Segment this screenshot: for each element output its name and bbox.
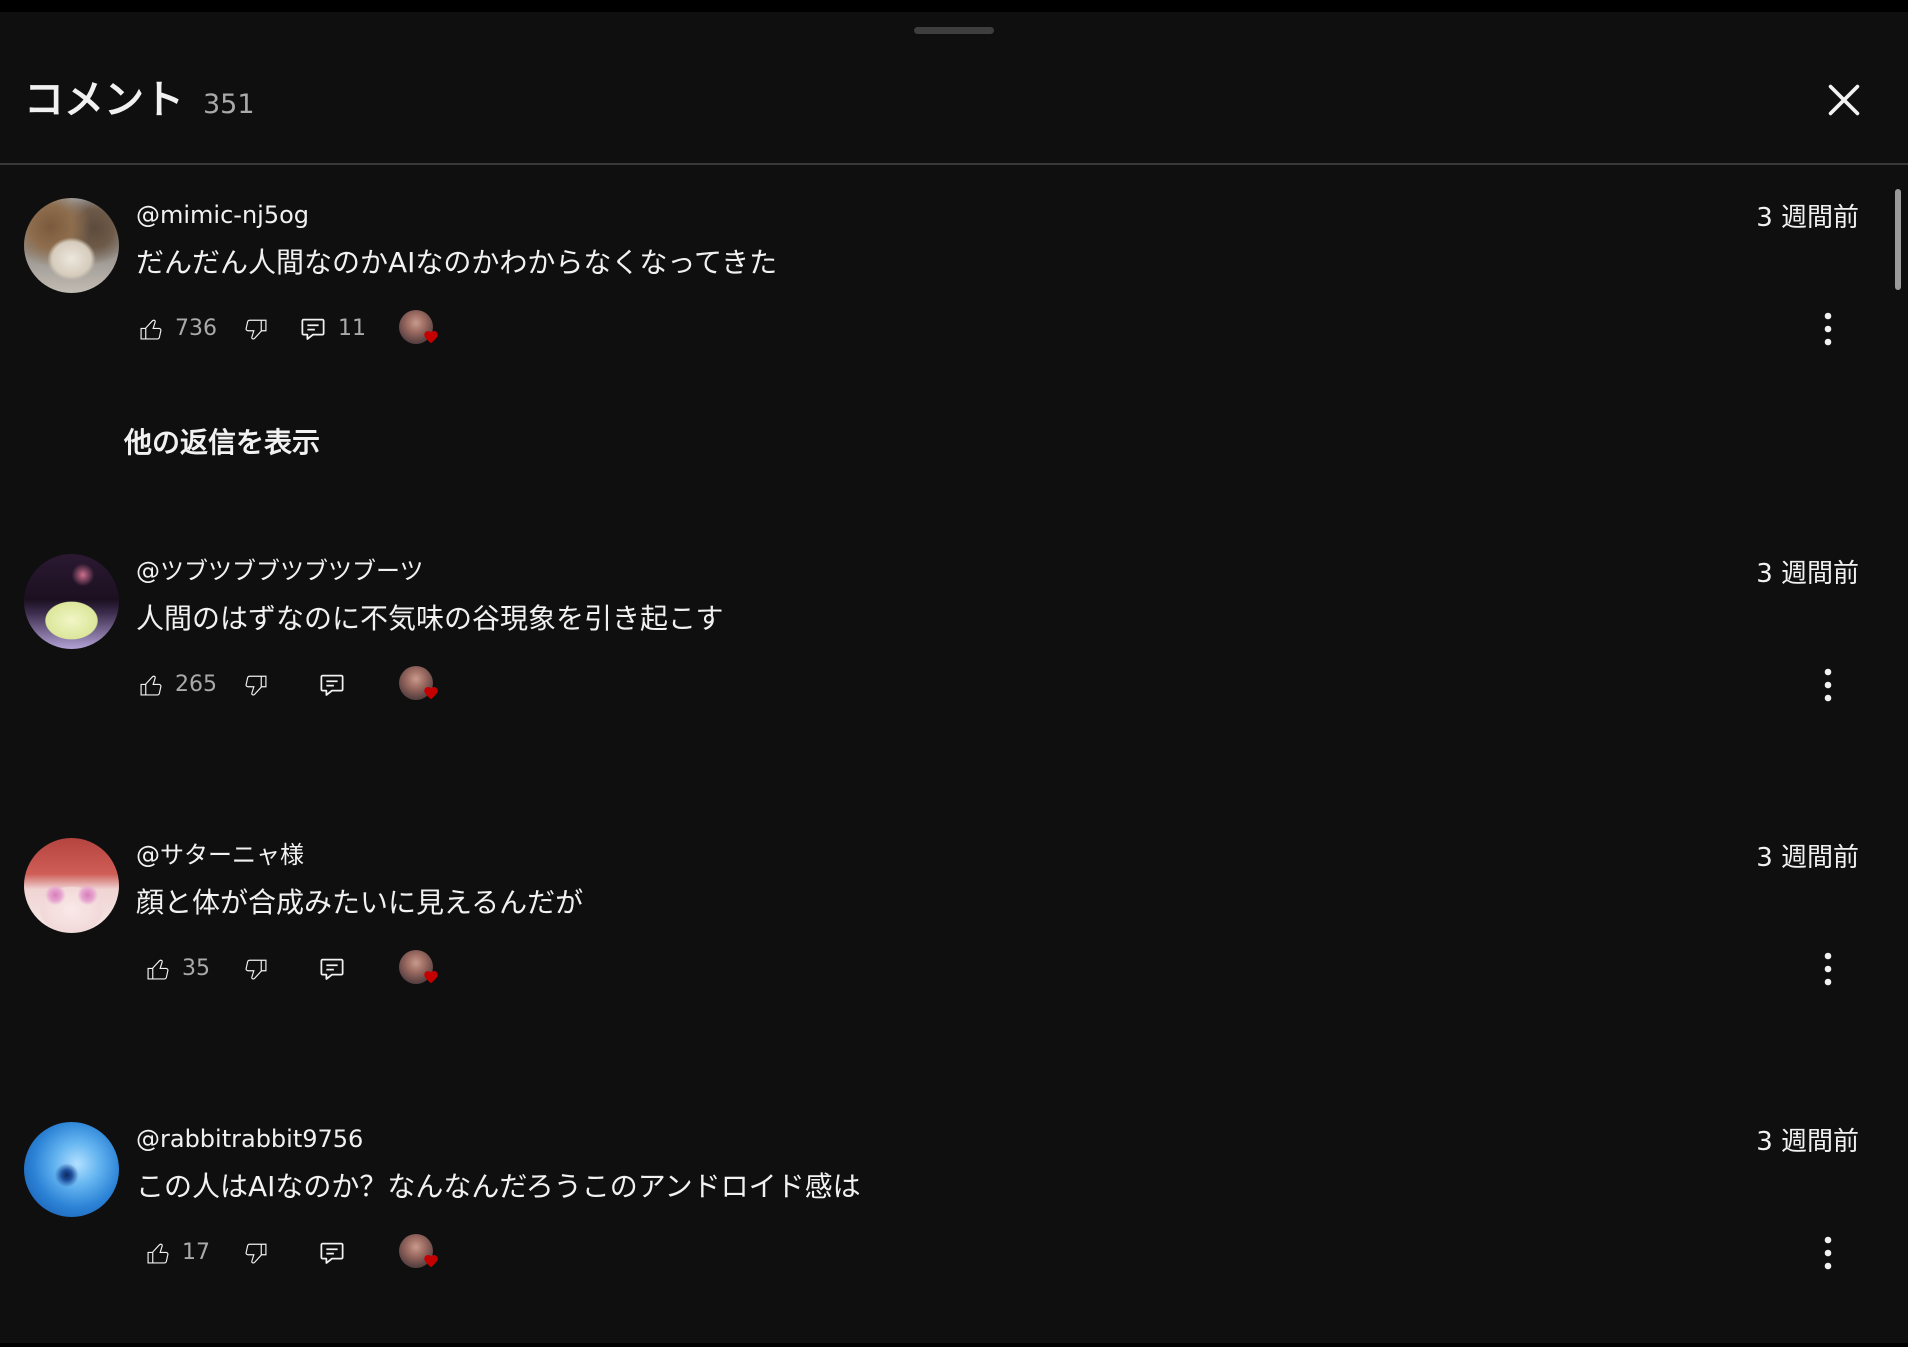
comment-author[interactable]: @mimic-nj5og <box>136 200 309 230</box>
thumb-up-icon <box>140 675 162 696</box>
comment-timestamp: 3 週間前 <box>1756 203 1859 233</box>
avatar[interactable] <box>24 838 119 933</box>
comment-text: この人はAIなのか？なんなんだろうこのアンドロイド感は <box>136 1170 861 1203</box>
comment-item: @mimic-nj5og 3 週間前 だんだん人間なのかAIなのかわからなくなっ… <box>0 198 1908 358</box>
comment-icon <box>301 318 325 340</box>
like-button[interactable]: 35 <box>127 947 227 991</box>
thumb-down-icon <box>245 1243 267 1264</box>
bottom-edge <box>0 1343 1908 1347</box>
reply-count: 11 <box>338 316 366 341</box>
more-vert-icon <box>1824 668 1832 702</box>
comment-icon <box>320 674 344 696</box>
like-button[interactable]: 17 <box>127 1231 227 1275</box>
comment-icon <box>320 1242 344 1264</box>
dislike-button[interactable] <box>228 307 284 351</box>
comment-text: 顔と体が合成みたいに見えるんだが <box>136 886 584 919</box>
creator-heart-badge <box>399 307 443 351</box>
reply-button[interactable] <box>292 1231 372 1275</box>
comment-author[interactable]: @rabbitrabbit9756 <box>136 1124 363 1154</box>
heart-icon <box>424 331 438 344</box>
comment-timestamp: 3 週間前 <box>1756 1127 1859 1157</box>
close-icon <box>1828 84 1860 116</box>
avatar[interactable] <box>24 1122 119 1217</box>
more-options-button[interactable] <box>1808 307 1848 351</box>
thumb-down-icon <box>245 319 267 340</box>
comment-actions: 17 <box>0 1231 1908 1275</box>
comment-item: @ツブツブブツブツブーツ 3 週間前 人間のはずなのに不気味の谷現象を引き起こす… <box>0 554 1908 714</box>
like-button[interactable]: 265 <box>127 663 227 707</box>
heart-icon <box>424 971 438 984</box>
comment-author[interactable]: @サターニャ様 <box>136 840 304 870</box>
like-count: 35 <box>182 956 210 981</box>
panel-header: コメント 351 <box>24 74 255 126</box>
reply-button[interactable] <box>292 947 372 991</box>
like-count: 736 <box>175 316 217 341</box>
top-system-bar <box>0 0 1908 12</box>
more-vert-icon <box>1824 312 1832 346</box>
comment-text: だんだん人間なのかAIなのかわからなくなってきた <box>136 246 778 279</box>
panel-title: コメント <box>24 77 184 123</box>
comment-timestamp: 3 週間前 <box>1756 559 1859 589</box>
avatar[interactable] <box>24 554 119 649</box>
thumb-down-icon <box>245 959 267 980</box>
thumb-up-icon <box>147 959 169 980</box>
more-options-button[interactable] <box>1808 1231 1848 1275</box>
comment-actions: 35 <box>0 947 1908 991</box>
like-button[interactable]: 736 <box>127 307 227 351</box>
more-options-button[interactable] <box>1808 663 1848 707</box>
comment-timestamp: 3 週間前 <box>1756 843 1859 873</box>
comment-actions: 265 <box>0 663 1908 707</box>
heart-icon <box>424 687 438 700</box>
creator-heart-badge <box>399 1231 443 1275</box>
more-vert-icon <box>1824 952 1832 986</box>
show-more-replies-link[interactable]: 他の返信を表示 <box>124 425 320 461</box>
comment-count: 351 <box>203 89 255 120</box>
dislike-button[interactable] <box>228 947 284 991</box>
creator-heart-badge <box>399 947 443 991</box>
more-vert-icon <box>1824 1236 1832 1270</box>
dislike-button[interactable] <box>228 1231 284 1275</box>
comment-text: 人間のはずなのに不気味の谷現象を引き起こす <box>136 602 724 635</box>
comment-item: @rabbitrabbit9756 3 週間前 この人はAIなのか？なんなんだろ… <box>0 1122 1908 1282</box>
header-divider <box>0 163 1908 165</box>
drag-handle[interactable] <box>914 27 994 34</box>
like-count: 265 <box>175 672 217 697</box>
comment-icon <box>320 958 344 980</box>
thumb-up-icon <box>140 319 162 340</box>
avatar[interactable] <box>24 198 119 293</box>
comment-item: @サターニャ様 3 週間前 顔と体が合成みたいに見えるんだが 35 <box>0 838 1908 998</box>
more-options-button[interactable] <box>1808 947 1848 991</box>
comment-author[interactable]: @ツブツブブツブツブーツ <box>136 556 424 586</box>
thumb-down-icon <box>245 675 267 696</box>
reply-button[interactable]: 11 <box>292 307 372 351</box>
dislike-button[interactable] <box>228 663 284 707</box>
reply-button[interactable] <box>292 663 372 707</box>
thumb-up-icon <box>147 1243 169 1264</box>
creator-heart-badge <box>399 663 443 707</box>
close-button[interactable] <box>1822 78 1866 122</box>
like-count: 17 <box>182 1240 210 1265</box>
comment-actions: 736 11 <box>0 307 1908 351</box>
heart-icon <box>424 1255 438 1268</box>
